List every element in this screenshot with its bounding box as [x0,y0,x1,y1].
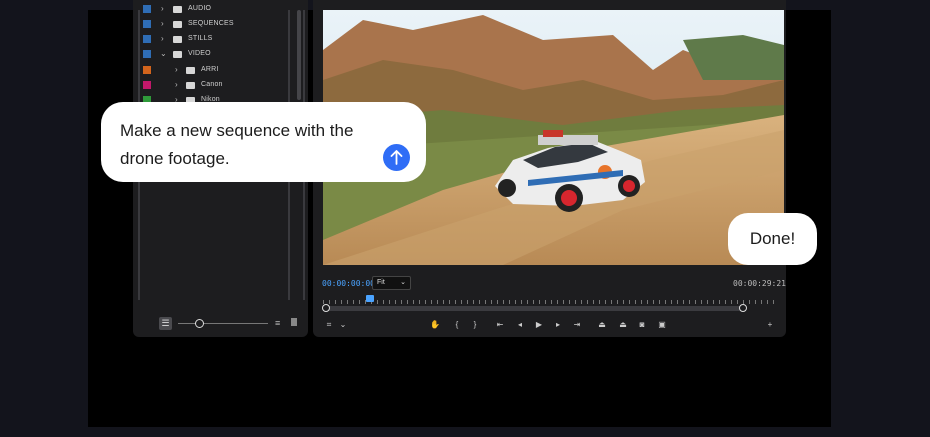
bin-row-stills[interactable]: › STILLS [133,32,293,47]
current-timecode[interactable]: 00:00:00:00 [322,279,375,288]
bin-label: STILLS [188,35,213,42]
prompt-bubble: Make a new sequence with the drone foota… [101,102,426,182]
bin-icon[interactable] [291,318,297,326]
add-button-icon[interactable]: + [764,318,776,332]
step-back-icon[interactable]: ◂ [514,318,526,332]
response-text: Done! [749,229,796,248]
chevron-down-icon: ⌄ [400,279,406,286]
bin-label: ARRI [201,66,219,73]
camera-icon[interactable]: ◙ [636,318,648,332]
bin-label: VIDEO [188,50,211,57]
bin-row-sequences[interactable]: › SEQUENCES [133,17,293,32]
bin-row-arri[interactable]: › ARRI [133,63,293,78]
in-point-handle[interactable] [322,304,330,312]
time-ruler[interactable] [323,297,778,305]
zoom-fit-dropdown[interactable]: Fit ⌄ [372,276,411,290]
bin-label: AUDIO [188,5,212,12]
folder-icon [173,36,182,43]
folder-icon [173,21,182,28]
label-color-swatch [143,35,151,43]
step-forward-icon[interactable]: ▸ [552,318,564,332]
bin-row-video[interactable]: ⌄ VIDEO [133,47,293,62]
scrub-bar[interactable] [326,306,744,311]
lift-icon[interactable]: ⏏ [596,318,608,332]
transport-controls: ⌗ ⌄ ✋ { } ⇤ ◂ ▶ ▸ ⇥ ⏏ ⏏ ◙ ▣ + [313,318,786,332]
label-color-swatch [143,66,151,74]
chevron-right-icon[interactable]: › [161,34,164,43]
folder-icon [186,82,195,89]
project-panel-footer: ☰ ≡ [133,313,308,337]
mark-out-icon[interactable]: } [469,318,481,332]
safe-margins-icon[interactable]: ⌗ [323,318,335,332]
label-color-swatch [143,50,151,58]
folder-icon [173,6,182,13]
folder-icon [173,51,182,58]
extract-icon[interactable]: ⏏ [617,318,629,332]
bin-row-audio[interactable]: › AUDIO [133,2,293,17]
out-point-handle[interactable] [739,304,747,312]
go-to-in-icon[interactable]: ⇤ [494,318,506,332]
hand-icon[interactable]: ✋ [429,318,441,332]
comparison-view-icon[interactable]: ▣ [656,318,668,332]
send-button[interactable] [383,144,410,171]
folder-icon [186,67,195,74]
chevron-right-icon[interactable]: › [175,80,178,89]
chevron-right-icon[interactable]: › [161,4,164,13]
playhead[interactable] [366,295,374,302]
zoom-slider-track[interactable] [178,323,268,324]
response-bubble: Done! [728,213,817,265]
label-color-swatch [143,20,151,28]
bin-label: SEQUENCES [188,20,234,27]
zoom-slider-handle[interactable] [195,319,204,328]
arrow-up-icon [390,150,403,165]
chevron-right-icon[interactable]: › [161,19,164,28]
chevron-down-icon[interactable]: ⌄ [160,49,167,58]
list-view-icon[interactable]: ☰ [159,317,172,330]
prompt-text: Make a new sequence with the drone foota… [120,121,354,168]
zoom-fit-value: Fit [377,279,385,286]
duration-timecode: 00:00:29:21 [733,279,786,288]
play-icon[interactable]: ▶ [533,318,545,332]
chevron-right-icon[interactable]: › [175,65,178,74]
bin-row-canon[interactable]: › Canon [133,78,293,93]
go-to-out-icon[interactable]: ⇥ [571,318,583,332]
mark-in-icon[interactable]: { [451,318,463,332]
sort-icon[interactable]: ≡ [275,318,280,328]
chevron-down-icon[interactable]: ⌄ [337,318,349,332]
label-color-swatch [143,5,151,13]
label-color-swatch [143,81,151,89]
bin-label: Canon [201,81,223,88]
project-scrollbar[interactable] [297,10,301,100]
